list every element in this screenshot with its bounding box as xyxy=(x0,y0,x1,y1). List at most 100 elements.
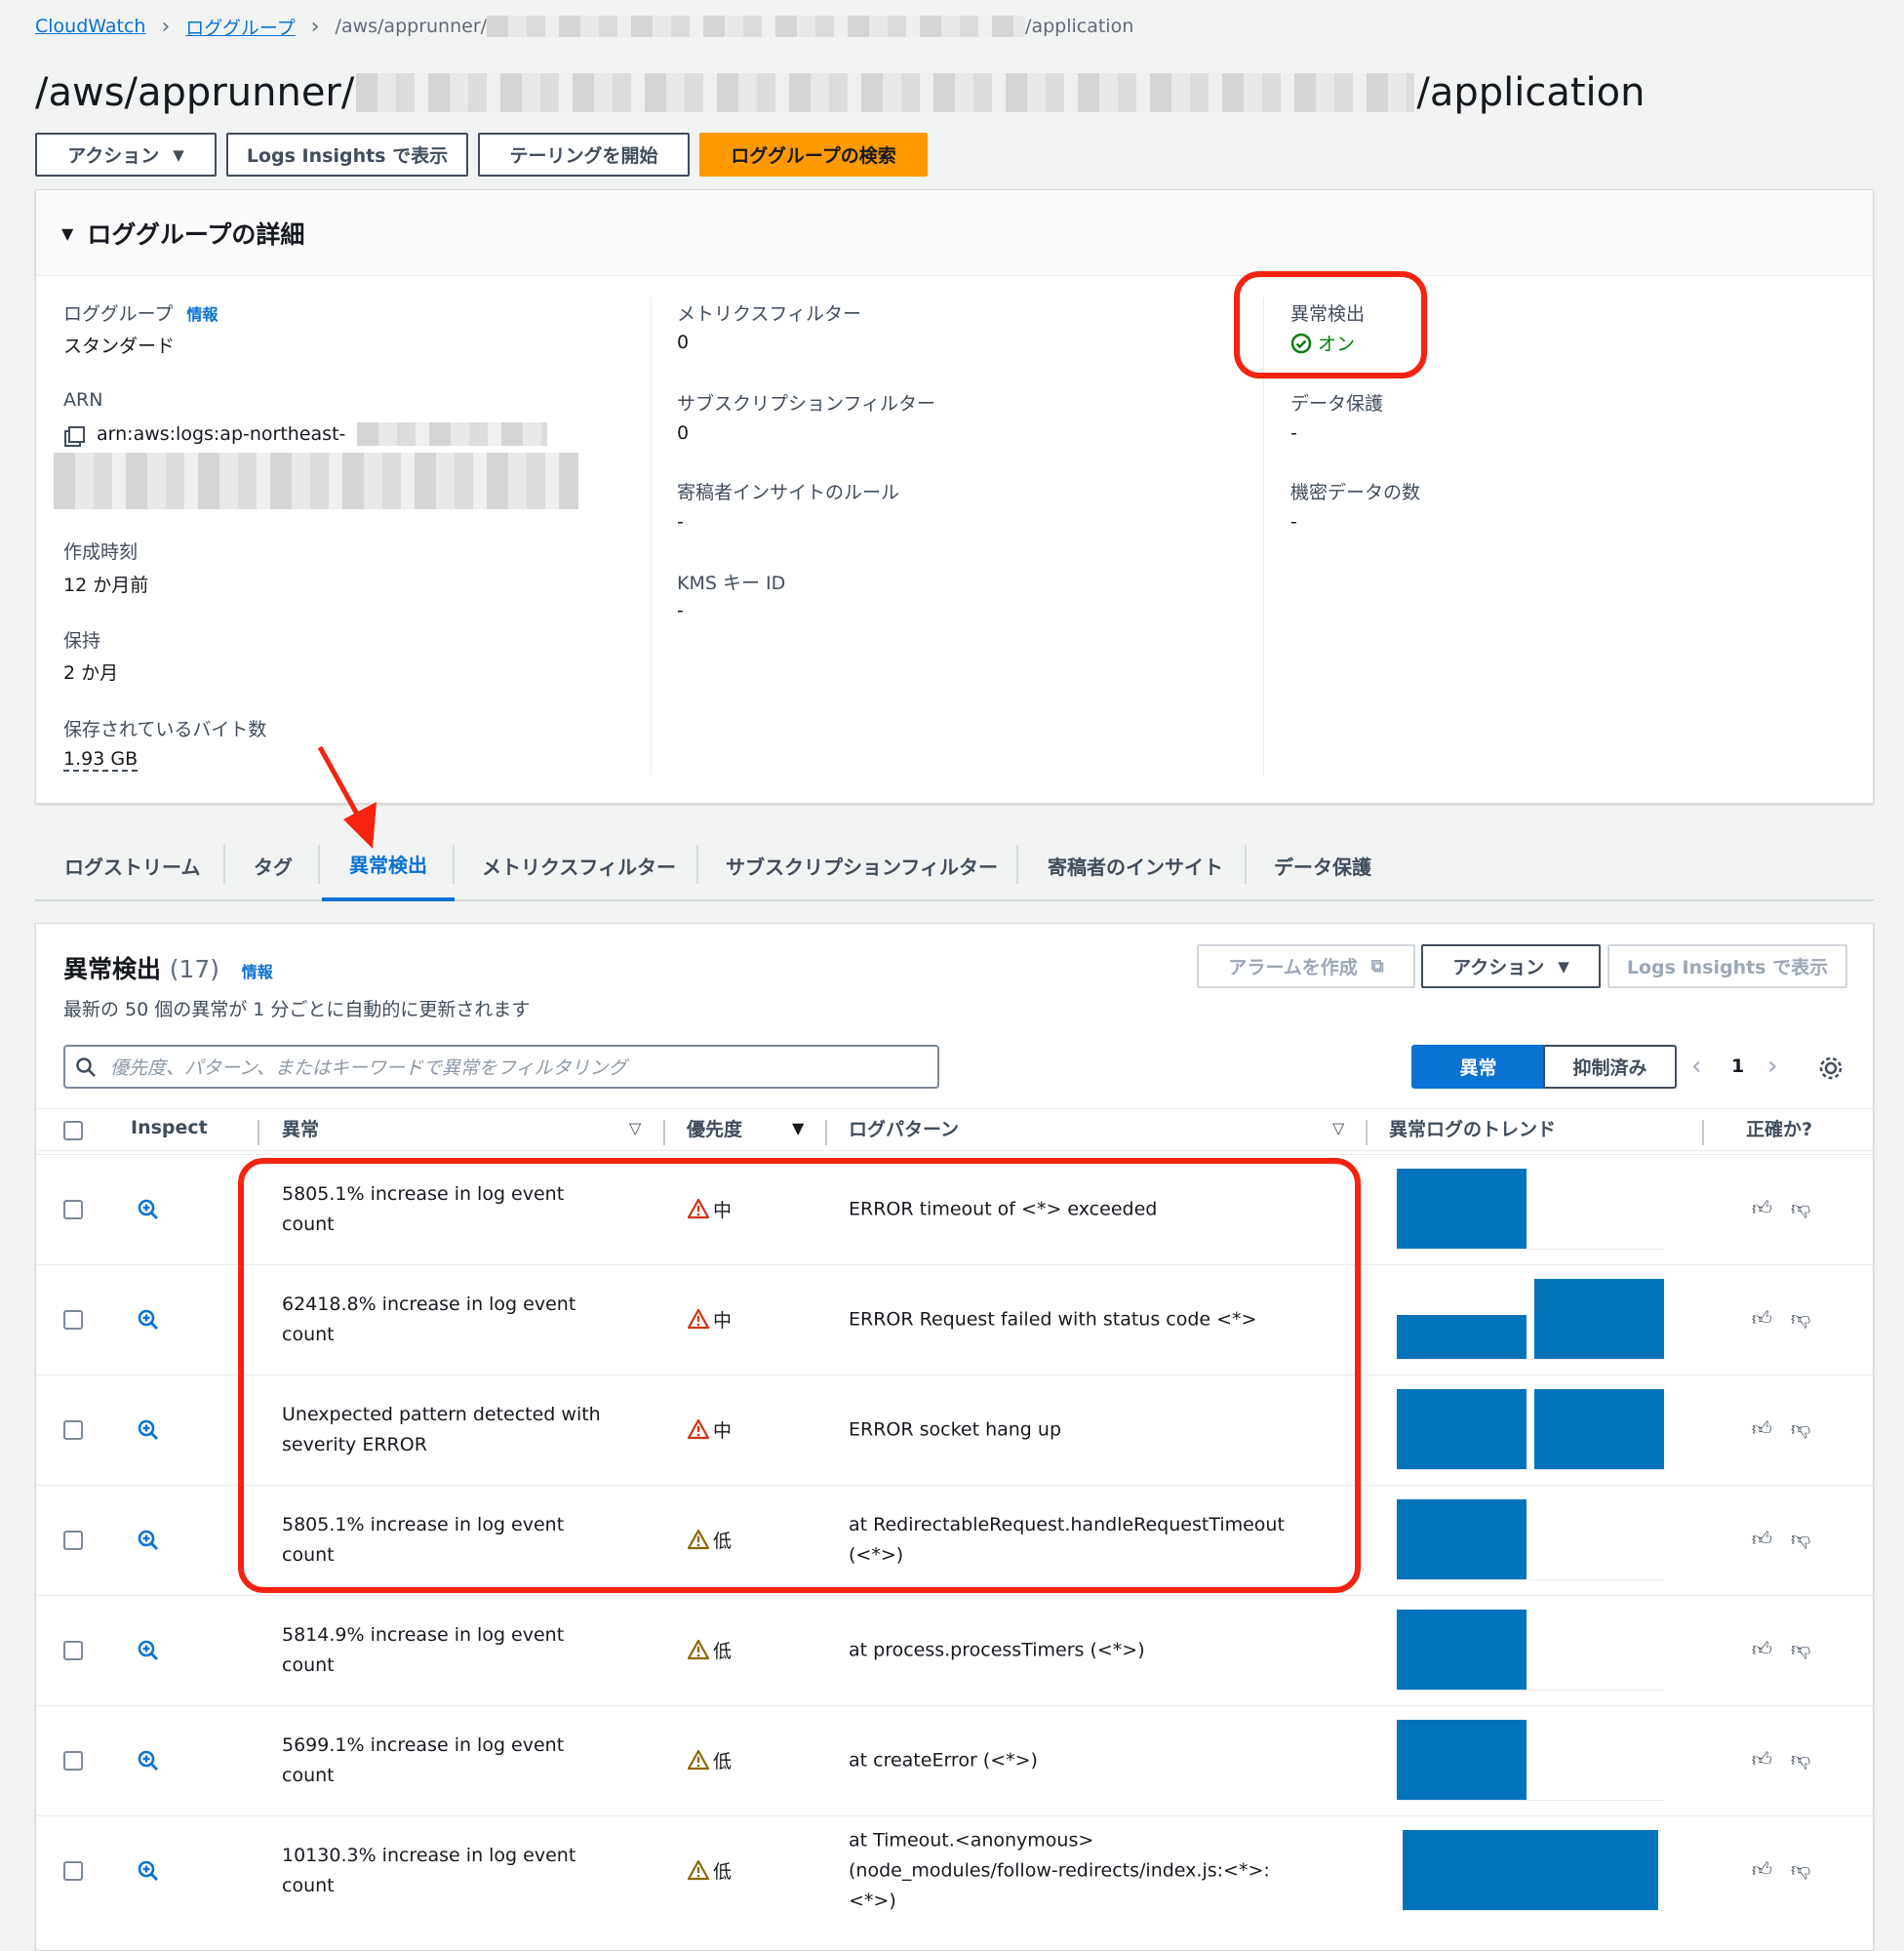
start-tailing-button[interactable]: テーリングを開始 xyxy=(478,133,690,177)
row-checkbox[interactable] xyxy=(63,1750,83,1771)
trend-axis xyxy=(1397,1690,1665,1691)
search-log-group-button[interactable]: ロググループの検索 xyxy=(699,133,928,177)
trend-axis xyxy=(1397,1249,1665,1250)
trend-bar xyxy=(1397,1610,1527,1690)
column-divider xyxy=(258,1120,259,1145)
warning-icon xyxy=(688,1639,709,1660)
anomaly-actions-dropdown[interactable]: アクション ▼ xyxy=(1421,944,1601,988)
info-link[interactable]: 情報 xyxy=(186,305,218,324)
redacted-region xyxy=(487,16,1026,37)
page-title-prefix: /aws/apprunner/ xyxy=(35,70,355,115)
column-divider xyxy=(1366,1120,1368,1145)
row-checkbox[interactable] xyxy=(63,1309,83,1330)
thumbs-down-icon[interactable]: 👎︎ xyxy=(1791,1857,1810,1882)
log-class-label: ロググループ 情報 xyxy=(63,303,218,325)
segment-suppressed[interactable]: 抑制済み xyxy=(1543,1045,1677,1089)
zoom-in-icon[interactable] xyxy=(137,1529,160,1552)
tab-contributor-insights[interactable]: 寄稿者のインサイト xyxy=(1048,829,1223,901)
anomaly-count: (17) xyxy=(169,955,220,983)
kms-key-label: KMS キー ID xyxy=(677,573,786,594)
thumbs-up-icon[interactable]: 👍︎ xyxy=(1752,1637,1772,1661)
anomaly-description: 5699.1% increase in log event count xyxy=(282,1733,565,1786)
thumbs-up-icon[interactable]: 👍︎ xyxy=(1752,1196,1772,1220)
tab-data-protection[interactable]: データ保護 xyxy=(1274,829,1371,901)
trend-axis xyxy=(1397,1579,1665,1580)
search-placeholder: 優先度、パターン、またはキーワードで異常をフィルタリング xyxy=(110,1057,627,1079)
row-checkbox[interactable] xyxy=(63,1419,83,1440)
data-protection-value: - xyxy=(1290,422,1297,444)
thumbs-up-icon[interactable]: 👍︎ xyxy=(1752,1416,1772,1441)
pagination-current[interactable]: 1 xyxy=(1731,1055,1744,1077)
anomaly-search-input[interactable]: 優先度、パターン、またはキーワードで異常をフィルタリング xyxy=(63,1045,939,1089)
row-checkbox[interactable] xyxy=(63,1530,83,1550)
zoom-in-icon[interactable] xyxy=(137,1639,160,1662)
redacted-region xyxy=(356,73,1415,112)
details-header[interactable]: ▼ ロググループの詳細 xyxy=(36,190,1873,276)
log-pattern: at createError (<*>) xyxy=(849,1749,1038,1771)
contributor-rules-label: 寄稿者インサイトのルール xyxy=(677,482,900,503)
external-link-icon: ⧉ xyxy=(1370,956,1384,976)
thumbs-up-icon[interactable]: 👍︎ xyxy=(1752,1747,1772,1772)
zoom-in-icon[interactable] xyxy=(137,1749,160,1772)
column-divider xyxy=(825,1120,827,1145)
tab-subscription-filters[interactable]: サブスクリプションフィルター xyxy=(726,829,998,901)
thumbs-down-icon[interactable]: 👎︎ xyxy=(1791,1637,1810,1661)
pagination-next-icon[interactable]: › xyxy=(1767,1052,1777,1081)
redacted-region xyxy=(54,453,578,509)
chevron-right-icon: › xyxy=(310,14,320,39)
zoom-in-icon[interactable] xyxy=(137,1308,160,1332)
tab-metric-filters[interactable]: メトリクスフィルター xyxy=(482,829,676,901)
segment-anomalies[interactable]: 異常 xyxy=(1411,1045,1545,1089)
metric-filters-label: メトリクスフィルター xyxy=(677,303,862,325)
sort-icon[interactable]: ▽ xyxy=(629,1119,641,1137)
select-all-checkbox[interactable] xyxy=(63,1121,83,1140)
pagination-prev-icon[interactable]: ‹ xyxy=(1691,1052,1701,1081)
anomaly-section-subtitle: 最新の 50 個の異常が 1 分ごとに自動的に更新されます xyxy=(63,999,531,1020)
zoom-in-icon[interactable] xyxy=(137,1198,160,1221)
log-pattern: at Timeout.<anonymous> (node_modules/fol… xyxy=(849,1829,1270,1911)
breadcrumb-log-groups[interactable]: ロググループ xyxy=(185,14,295,40)
thumbs-down-icon[interactable]: 👎︎ xyxy=(1791,1306,1810,1331)
page-title: /aws/apprunner/ /application xyxy=(35,66,1645,119)
breadcrumb-cloudwatch[interactable]: CloudWatch xyxy=(35,16,145,37)
thumbs-up-icon[interactable]: 👍︎ xyxy=(1752,1306,1772,1331)
column-anomaly[interactable]: 異常 xyxy=(282,1108,319,1147)
anomaly-description: 5814.9% increase in log event count xyxy=(282,1623,565,1676)
info-link[interactable]: 情報 xyxy=(242,963,273,981)
row-checkbox[interactable] xyxy=(63,1860,83,1881)
thumbs-down-icon[interactable]: 👎︎ xyxy=(1791,1747,1810,1772)
chevron-right-icon: › xyxy=(161,14,171,39)
caret-down-icon: ▼ xyxy=(173,145,184,164)
zoom-in-icon[interactable] xyxy=(137,1418,160,1442)
arn-label: ARN xyxy=(63,389,103,411)
sort-desc-icon[interactable]: ▼ xyxy=(792,1119,804,1137)
sort-icon[interactable]: ▽ xyxy=(1332,1119,1344,1137)
actions-label: アクション xyxy=(67,145,160,167)
subscription-filters-value: 0 xyxy=(677,422,690,444)
trend-axis xyxy=(1397,1359,1665,1360)
column-priority[interactable]: 優先度 xyxy=(687,1108,742,1147)
row-checkbox[interactable] xyxy=(63,1199,83,1219)
zoom-in-icon[interactable] xyxy=(137,1859,160,1883)
gear-icon[interactable] xyxy=(1818,1055,1844,1081)
thumbs-down-icon[interactable]: 👎︎ xyxy=(1791,1196,1810,1220)
stored-bytes-label: 保存されているバイト数 xyxy=(63,719,267,740)
thumbs-down-icon[interactable]: 👎︎ xyxy=(1791,1416,1810,1441)
row-checkbox[interactable] xyxy=(63,1640,83,1660)
stored-bytes-value[interactable]: 1.93 GB xyxy=(63,748,139,772)
tab-log-streams[interactable]: ログストリーム xyxy=(64,829,200,901)
thumbs-down-icon[interactable]: 👎︎ xyxy=(1791,1527,1810,1551)
actions-dropdown-button[interactable]: アクション ▼ xyxy=(35,133,217,177)
sensitive-data-label: 機密データの数 xyxy=(1290,482,1421,503)
tab-tags[interactable]: タグ xyxy=(254,829,293,901)
contributor-rules-value: - xyxy=(677,511,684,533)
create-alarm-button[interactable]: アラームを作成 ⧉ xyxy=(1197,944,1415,988)
thumbs-up-icon[interactable]: 👍︎ xyxy=(1752,1857,1772,1882)
page-title-suffix: /application xyxy=(1416,70,1646,115)
column-log-pattern[interactable]: ログパターン xyxy=(849,1108,959,1147)
copy-icon[interactable] xyxy=(68,425,85,443)
thumbs-up-icon[interactable]: 👍︎ xyxy=(1752,1527,1772,1551)
logs-insights-button[interactable]: Logs Insights で表示 xyxy=(226,133,468,177)
column-inspect: Inspect xyxy=(131,1117,208,1138)
anomaly-logs-insights-button[interactable]: Logs Insights で表示 xyxy=(1607,944,1847,988)
